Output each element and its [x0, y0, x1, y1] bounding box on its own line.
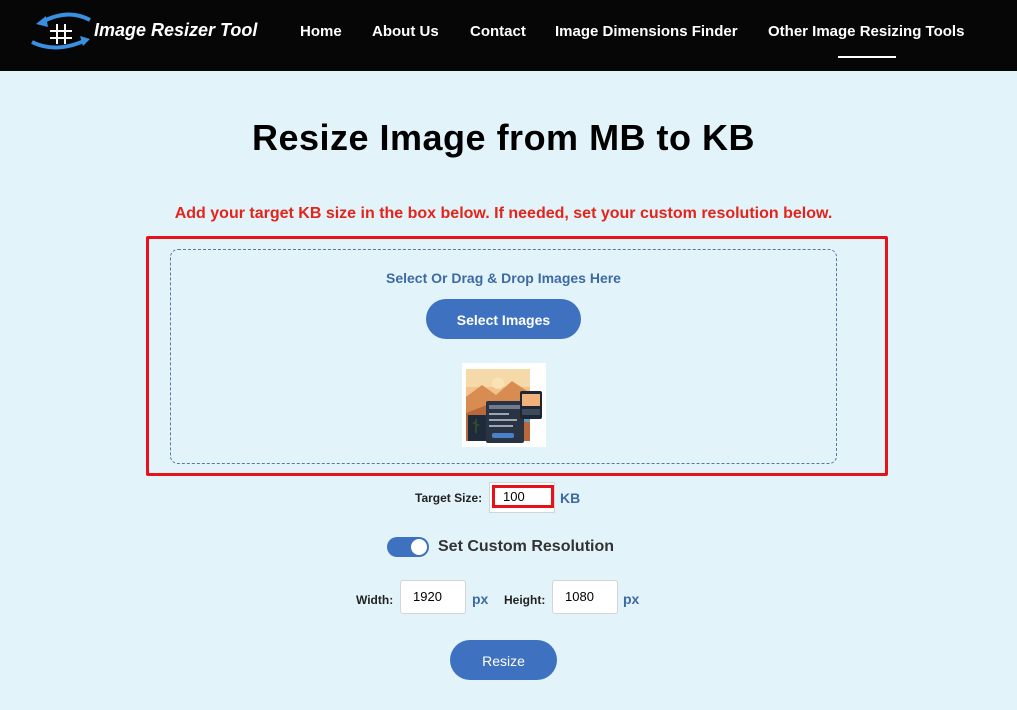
uploaded-image-thumbnail[interactable]: [462, 363, 546, 447]
instructions-text: Add your target KB size in the box below…: [174, 205, 833, 222]
target-size-label: Target Size:: [415, 491, 483, 505]
logo-resize-icon: [31, 12, 91, 50]
width-label: Width:: [356, 593, 394, 607]
toggle-knob: [411, 539, 427, 555]
nav-home[interactable]: Home: [300, 23, 342, 40]
resize-button[interactable]: Resize: [450, 640, 557, 680]
top-navbar: Image Resizer Tool Home About Us Contact…: [0, 0, 1017, 71]
nav-image-dimensions-finder[interactable]: Image Dimensions Finder: [555, 23, 738, 40]
nav-about-us[interactable]: About Us: [372, 23, 439, 40]
custom-resolution-toggle[interactable]: [387, 537, 429, 557]
site-logo[interactable]: Image Resizer Tool: [28, 6, 258, 62]
nav-contact[interactable]: Contact: [470, 23, 526, 40]
height-label: Height:: [504, 593, 546, 607]
custom-resolution-label: Set Custom Resolution: [438, 538, 615, 555]
target-size-unit: KB: [560, 490, 581, 506]
select-images-button[interactable]: Select Images: [426, 299, 581, 339]
target-size-field: 100: [489, 482, 555, 513]
width-input[interactable]: 1920: [400, 580, 466, 614]
height-unit: px: [623, 591, 640, 607]
active-nav-indicator: [838, 56, 896, 58]
height-input[interactable]: 1080: [552, 580, 618, 614]
width-unit: px: [472, 591, 489, 607]
logo-text: Image Resizer Tool: [94, 20, 258, 40]
page-title: Resize Image from MB to KB: [251, 117, 756, 158]
target-size-input[interactable]: 100: [492, 485, 554, 508]
dropzone-label: Select Or Drag & Drop Images Here: [386, 270, 621, 286]
image-dropzone[interactable]: Select Or Drag & Drop Images Here Select…: [170, 249, 837, 464]
image-preview-icon: [462, 363, 546, 447]
nav-other-image-resizing-tools[interactable]: Other Image Resizing Tools: [768, 23, 964, 40]
